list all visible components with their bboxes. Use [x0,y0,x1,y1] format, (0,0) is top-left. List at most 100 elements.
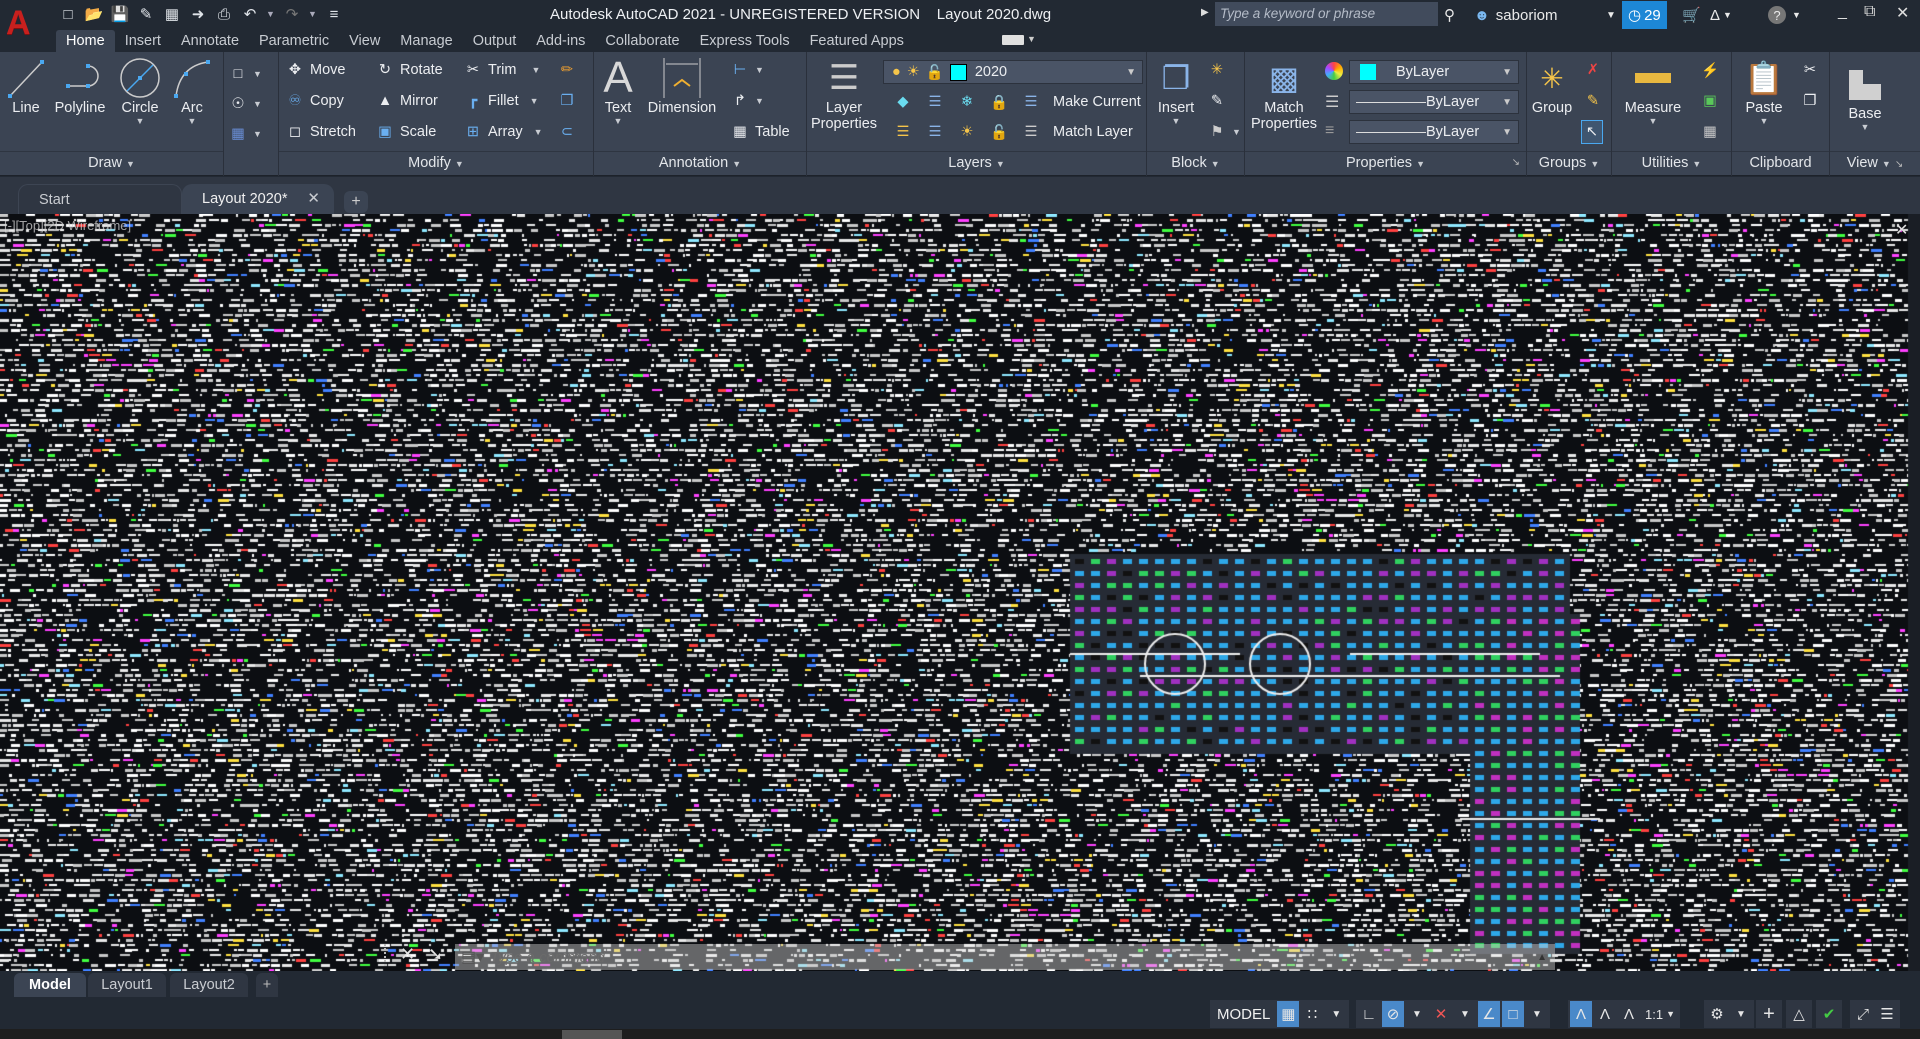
panel-utilities-title[interactable]: Utilities ▼ [1612,152,1731,174]
line-button[interactable]: Line [6,56,46,116]
command-history-icon[interactable]: ▲ [1537,952,1547,963]
undo-dropdown-icon[interactable]: ▼ [266,9,276,19]
ortho-toggle-icon[interactable]: ∟ [1358,1001,1380,1027]
layer-unisolate-icon[interactable]: ☰ [925,122,945,142]
paste-button[interactable]: 📋 Paste ▼ [1736,56,1792,126]
layer-properties-button[interactable]: ☰ Layer Properties [807,56,881,132]
object-snap-tracking-icon[interactable]: ∠ [1478,1001,1500,1027]
user-menu[interactable]: ☻ saboriom [1474,0,1558,30]
group-selection-toggle[interactable]: ↖ [1581,120,1603,144]
drawing-canvas[interactable] [0,214,1920,971]
leader-button[interactable]: ↱ ▼ [730,89,764,113]
grid-toggle-icon[interactable]: ▦ [1277,1001,1300,1027]
ribbon-minimize-button[interactable] [1002,35,1024,45]
tab-start[interactable]: Start [18,184,182,214]
panel-modify-title[interactable]: Modify ▼ [279,152,593,174]
scale-button[interactable]: ▣ Scale [375,120,436,144]
isodraft-icon[interactable]: ✕ [1430,1001,1452,1027]
move-button[interactable]: ✥ Move [285,58,346,82]
ribbon-tab-parametric[interactable]: Parametric [249,30,339,52]
arc-button[interactable]: Arc ▼ [172,56,212,126]
ungroup-button[interactable]: ✗ [1583,58,1603,82]
dialog-launcher-icon[interactable]: ↘ [1512,152,1520,174]
cart-icon[interactable]: 🛒 [1682,0,1701,30]
trial-timer-badge[interactable]: ◷ 29 [1622,1,1667,29]
panel-layers-title[interactable]: Layers ▼ [807,152,1146,174]
offset-button[interactable]: ⊂ [557,120,577,144]
workspace-dropdown-icon[interactable]: ▼ [1730,1001,1752,1027]
create-block-button[interactable]: ✳ [1207,58,1227,82]
ribbon-tab-collaborate[interactable]: Collaborate [595,30,689,52]
command-line-grip[interactable] [384,944,394,966]
close-button[interactable]: ✕ [1896,3,1909,23]
model-space-toggle[interactable]: MODEL [1212,1001,1275,1027]
ribbon-options-dropdown-icon[interactable]: ▼ [1027,34,1036,44]
ribbon-tab-add-ins[interactable]: Add-ins [526,30,595,52]
user-dropdown-icon[interactable]: ▼ [1606,0,1616,30]
customize-icon[interactable]: ≡ [324,4,344,24]
color-dropdown[interactable]: ByLayer ▼ [1349,60,1519,84]
command-input[interactable]: ▤▾ Type a command ▲ [455,944,1555,970]
layer-dropdown[interactable]: ● ☀ 🔓 2020 ▼ [883,60,1143,84]
restore-button[interactable]: ⧉ [1864,3,1875,21]
open-from-web-icon[interactable]: ▦ [162,4,182,24]
add-layout-button[interactable]: + [256,973,278,997]
open-icon[interactable]: 📂 [84,4,104,24]
hatch-button[interactable]: ▦ ▼ [228,122,262,146]
panel-block-title[interactable]: Block ▼ [1147,152,1244,174]
expand-search-icon[interactable]: ▶ [1201,7,1209,18]
quick-select-button[interactable]: ⚡ [1700,58,1720,82]
layer-lock-icon[interactable]: 🔒 [989,92,1009,112]
ribbon-tab-insert[interactable]: Insert [115,30,171,52]
ribbon-tab-home[interactable]: Home [56,30,115,52]
layer-isolate-icon[interactable]: ☰ [925,92,945,112]
viewport-controls-label[interactable]: [-][Top][2D Wireframe] [4,218,131,233]
polar-dropdown-icon[interactable]: ▼ [1406,1001,1428,1027]
annotation-monitor-icon[interactable]: + [1758,1001,1780,1027]
group-edit-button[interactable]: ✎ [1583,89,1603,113]
panel-groups-title[interactable]: Groups ▼ [1527,152,1611,174]
dialog-launcher-icon[interactable]: ↘ [1895,159,1903,170]
base-view-button[interactable]: Base ▼ [1840,62,1890,132]
panel-annotation-title[interactable]: Annotation ▼ [594,152,806,174]
ribbon-tab-annotate[interactable]: Annotate [171,30,249,52]
match-layer-button[interactable]: Match Layer [1053,124,1133,140]
undo-icon[interactable]: ↶ [240,4,260,24]
copy-button[interactable]: ♾ Copy [285,89,344,113]
save-to-web-icon[interactable]: ➜ [188,4,208,24]
save-icon[interactable]: 💾 [110,4,130,24]
taskbar-thumb[interactable] [562,1030,622,1039]
ribbon-tab-manage[interactable]: Manage [390,30,462,52]
rotate-button[interactable]: ↻ Rotate [375,58,443,82]
auto-scale-icon[interactable]: Λ [1594,1001,1616,1027]
annotation-scale-dropdown[interactable]: 1:1 ▼ [1642,1001,1678,1027]
insert-button[interactable]: ❐ Insert ▼ [1151,56,1201,126]
isodraft-dropdown-icon[interactable]: ▼ [1454,1001,1476,1027]
object-snap-icon[interactable]: □ [1502,1001,1524,1027]
customize-command-line-icon[interactable]: ➘ [428,944,443,965]
recent-commands-icon[interactable]: ▤▾ [461,947,484,967]
measure-button[interactable]: Measure ▼ [1616,56,1690,126]
snap-dropdown-icon[interactable]: ▼ [1325,1001,1347,1027]
fillet-button[interactable]: ┏ Fillet ▼ [463,89,539,113]
make-current-button[interactable]: Make Current [1053,94,1141,110]
tab-model[interactable]: Model [14,973,86,997]
snap-toggle-icon[interactable]: ∷ [1301,1001,1323,1027]
block-attribute-button[interactable]: ⚑ ▼ [1207,120,1241,144]
search-icon[interactable]: ⚲ [1444,0,1455,30]
text-button[interactable]: A Text ▼ [600,53,636,126]
redo-dropdown-icon[interactable]: ▼ [308,9,318,19]
layer-unlock-all-icon[interactable]: 🔓 [989,122,1009,142]
annotation-visibility-icon[interactable]: Λ [1570,1001,1592,1027]
search-input[interactable]: Type a keyword or phrase [1215,2,1438,26]
trim-button[interactable]: ✂ Trim ▼ [463,58,540,82]
minimize-button[interactable]: _ [1838,3,1847,21]
panel-properties-title[interactable]: Properties ▼ ↘ [1245,152,1526,174]
ribbon-tab-express-tools[interactable]: Express Tools [690,30,800,52]
edit-block-button[interactable]: ✎ [1207,89,1227,113]
isolate-objects-icon[interactable]: △ [1788,1001,1810,1027]
circle-button[interactable]: Circle ▼ [114,56,166,126]
linear-dimension-button[interactable]: ⊢ ▼ [730,58,764,82]
table-button[interactable]: ▦ Table [730,120,790,144]
object-snap-dropdown-icon[interactable]: ▼ [1526,1001,1548,1027]
